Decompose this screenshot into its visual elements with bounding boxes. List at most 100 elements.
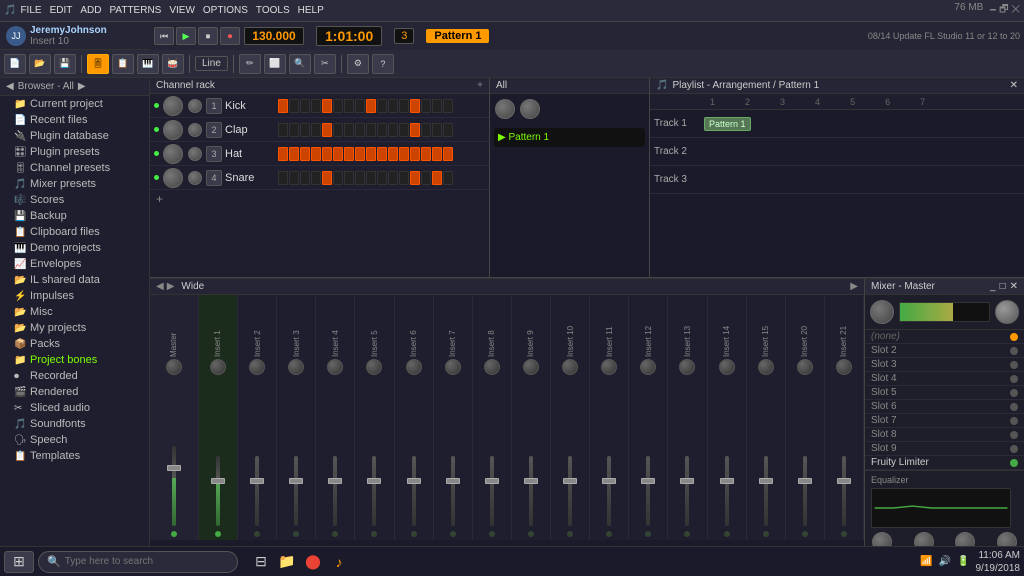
search-input[interactable]: [65, 556, 205, 567]
insert1-fader-knob[interactable]: [211, 478, 225, 484]
menu-help[interactable]: HELP: [298, 5, 324, 16]
piano-knob2[interactable]: [520, 99, 540, 119]
mixer-master-close[interactable]: ✕: [1010, 281, 1018, 292]
master-slot-3[interactable]: Slot 3: [865, 358, 1024, 372]
menu-options[interactable]: OPTIONS: [203, 5, 248, 16]
sidebar-item-soundfonts[interactable]: 🎵 Soundfonts: [0, 416, 149, 432]
eq-knob1[interactable]: [872, 532, 892, 546]
pad[interactable]: [355, 123, 365, 137]
sidebar-item-scores[interactable]: 🎼 Scores: [0, 192, 149, 208]
insert4-knob[interactable]: [327, 359, 343, 375]
pad[interactable]: [344, 171, 354, 185]
pad[interactable]: [377, 123, 387, 137]
insert3-knob[interactable]: [288, 359, 304, 375]
insert15-fader-knob[interactable]: [759, 478, 773, 484]
pad[interactable]: [421, 99, 431, 113]
menu-add[interactable]: ADD: [80, 5, 101, 16]
pad[interactable]: [289, 123, 299, 137]
sidebar-item-backup[interactable]: 💾 Backup: [0, 208, 149, 224]
pad[interactable]: [388, 99, 398, 113]
bpm-display[interactable]: 130.000: [244, 27, 304, 45]
pad[interactable]: [366, 99, 376, 113]
vol-snare[interactable]: [163, 168, 183, 188]
pad[interactable]: [289, 147, 299, 161]
menu-view[interactable]: VIEW: [169, 5, 195, 16]
insert11-fader-knob[interactable]: [602, 478, 616, 484]
pad[interactable]: [278, 99, 288, 113]
sidebar-item-project-bones[interactable]: 📁 Project bones: [0, 352, 149, 368]
master-slot-1[interactable]: (none): [865, 330, 1024, 344]
sidebar-forward[interactable]: ▶: [78, 81, 86, 92]
pattern-selector[interactable]: Pattern 1: [426, 29, 489, 43]
pad[interactable]: [333, 99, 343, 113]
master-slot-6[interactable]: Slot 6: [865, 400, 1024, 414]
insert6-fader-knob[interactable]: [407, 478, 421, 484]
pad[interactable]: [421, 147, 431, 161]
vol-kick[interactable]: [163, 96, 183, 116]
start-button[interactable]: ⊞: [4, 551, 34, 573]
sidebar-item-my-projects[interactable]: 📂 My projects: [0, 320, 149, 336]
led-hat[interactable]: [154, 151, 159, 156]
insert8-knob[interactable]: [484, 359, 500, 375]
master-slot-7[interactable]: Slot 7: [865, 414, 1024, 428]
delete-btn[interactable]: ✂: [314, 54, 336, 74]
pad[interactable]: [388, 171, 398, 185]
window-controls[interactable]: 🗕 🗗 ✕: [989, 2, 1020, 19]
insert14-knob[interactable]: [719, 359, 735, 375]
insert7-knob[interactable]: [445, 359, 461, 375]
insert20-knob[interactable]: [797, 359, 813, 375]
pan-kick[interactable]: [188, 99, 202, 113]
menu-edit[interactable]: EDIT: [50, 5, 73, 16]
pad[interactable]: [432, 171, 442, 185]
stop-btn[interactable]: ⏹: [198, 27, 218, 45]
insert20-fader-knob[interactable]: [798, 478, 812, 484]
sidebar-item-rendered[interactable]: 🎬 Rendered: [0, 384, 149, 400]
pad[interactable]: [300, 147, 310, 161]
insert2-fader-knob[interactable]: [250, 478, 264, 484]
help-btn[interactable]: ?: [372, 54, 394, 74]
settings-btn[interactable]: ⚙: [347, 54, 369, 74]
zoom-btn[interactable]: 🔍: [289, 54, 311, 74]
pad[interactable]: [410, 123, 420, 137]
mixer-master-max[interactable]: □: [1000, 281, 1006, 292]
pan-clap[interactable]: [188, 123, 202, 137]
pad[interactable]: [366, 171, 376, 185]
pad[interactable]: [289, 171, 299, 185]
taskbar-app[interactable]: ♪: [328, 551, 350, 573]
insert9-knob[interactable]: [523, 359, 539, 375]
led-snare[interactable]: [154, 175, 159, 180]
pad[interactable]: [311, 99, 321, 113]
save-btn[interactable]: 💾: [54, 54, 76, 74]
sidebar-item-plugin-database[interactable]: 🔌 Plugin database: [0, 128, 149, 144]
pad[interactable]: [432, 99, 442, 113]
insert1-knob[interactable]: [210, 359, 226, 375]
sidebar-item-plugin-presets[interactable]: 🎛 Plugin presets: [0, 144, 149, 160]
pad[interactable]: [300, 123, 310, 137]
pad[interactable]: [377, 171, 387, 185]
insert13-knob[interactable]: [679, 359, 695, 375]
insert13-fader-knob[interactable]: [680, 478, 694, 484]
record-btn[interactable]: ⏺: [220, 27, 240, 45]
pad[interactable]: [432, 147, 442, 161]
add-channel-row[interactable]: +: [150, 190, 489, 208]
mixer-back-btn[interactable]: ◀: [156, 281, 164, 292]
menu-file[interactable]: FILE: [20, 5, 41, 16]
sidebar-item-recent-files[interactable]: 📄 Recent files: [0, 112, 149, 128]
master-slot-2[interactable]: Slot 2: [865, 344, 1024, 358]
master-send-knob[interactable]: [870, 300, 894, 324]
master-knob[interactable]: [166, 359, 182, 375]
sidebar-item-demo-projects[interactable]: 🎹 Demo projects: [0, 240, 149, 256]
draw-btn[interactable]: ✏: [239, 54, 261, 74]
mixer-btn[interactable]: 🎚: [87, 54, 109, 74]
pan-hat[interactable]: [188, 147, 202, 161]
master-slot-4[interactable]: Slot 4: [865, 372, 1024, 386]
pad[interactable]: [322, 171, 332, 185]
pad[interactable]: [399, 171, 409, 185]
pad[interactable]: [344, 147, 354, 161]
insert12-knob[interactable]: [640, 359, 656, 375]
pad[interactable]: [289, 99, 299, 113]
taskview-btn[interactable]: ⊟: [250, 551, 272, 573]
select-btn[interactable]: ⬜: [264, 54, 286, 74]
insert3-fader-knob[interactable]: [289, 478, 303, 484]
taskbar-file-explorer[interactable]: 📁: [276, 551, 298, 573]
